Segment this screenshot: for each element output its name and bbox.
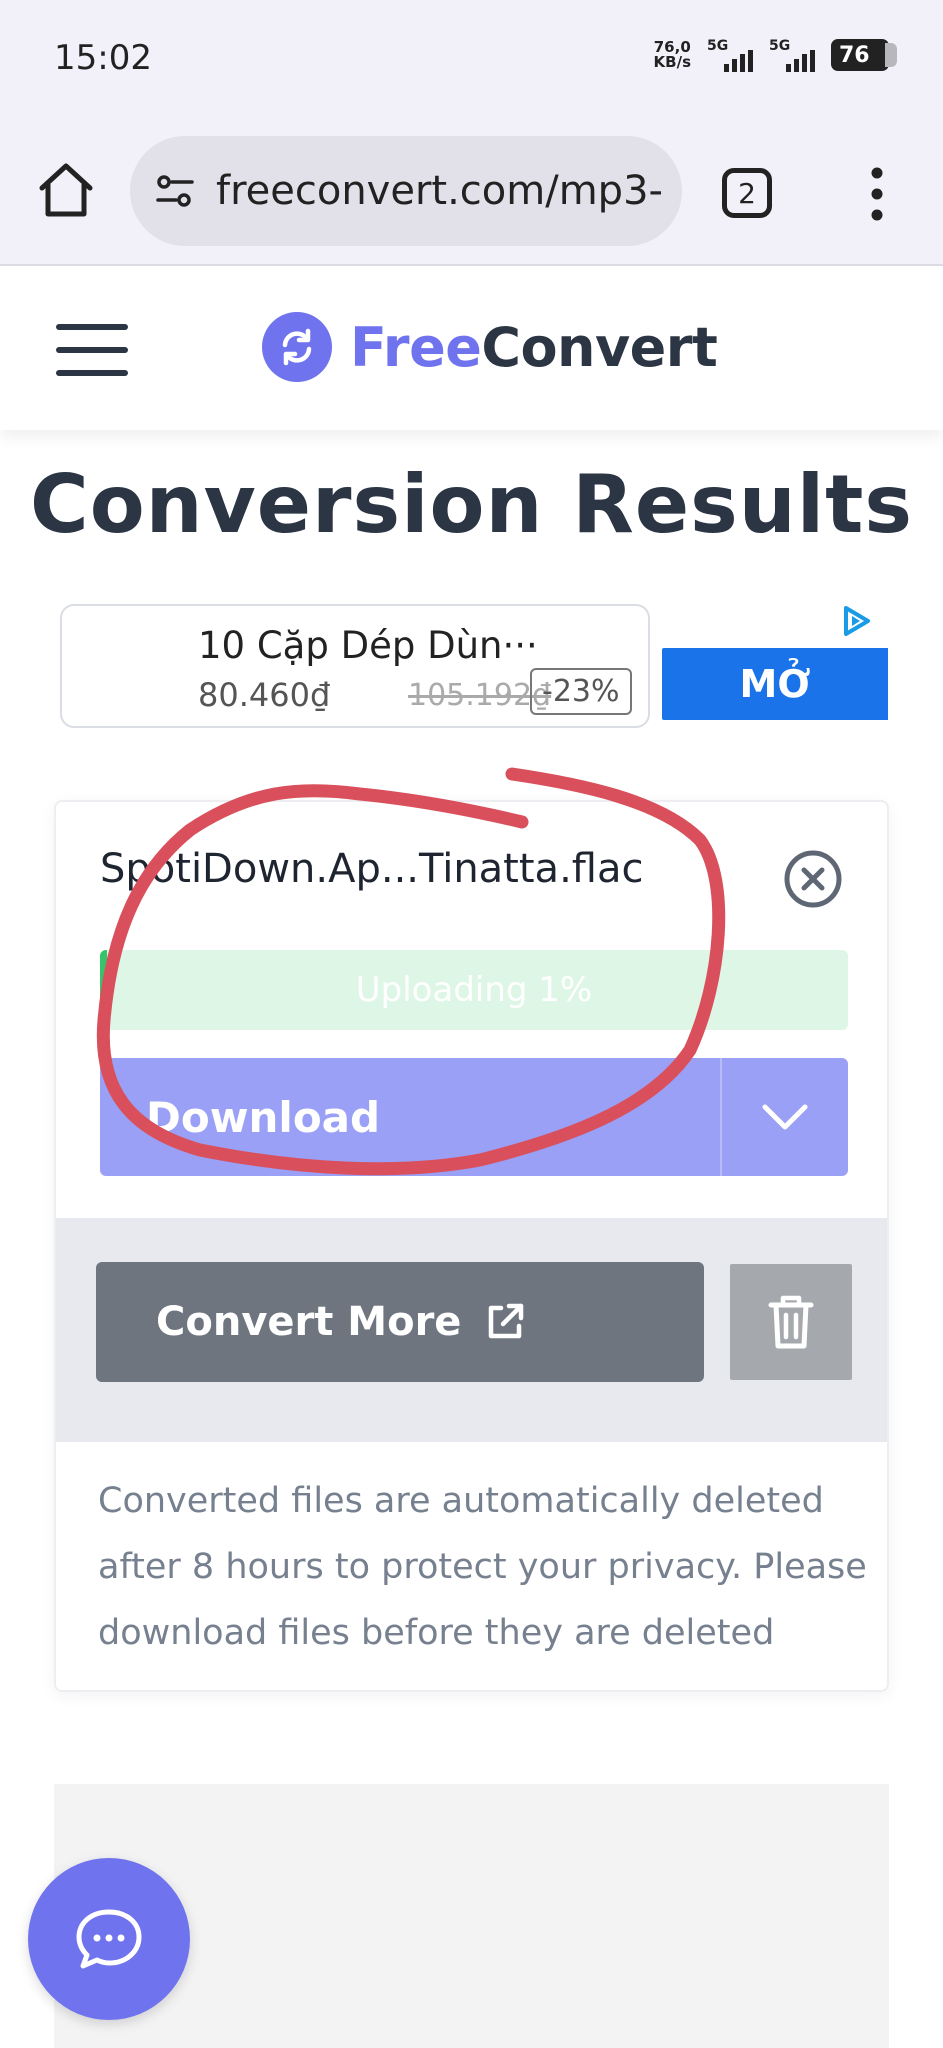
- hamburger-menu-icon[interactable]: [56, 324, 128, 376]
- close-icon[interactable]: [782, 848, 844, 910]
- convert-more-button[interactable]: Convert More: [96, 1262, 704, 1382]
- more-options-icon[interactable]: [864, 164, 890, 224]
- card-actions: Convert More: [56, 1218, 887, 1442]
- freeconvert-logo[interactable]: FreeConvert: [262, 312, 718, 382]
- chevron-down-icon: [762, 1104, 808, 1130]
- battery-icon: 76: [831, 39, 897, 71]
- status-bar: 15:02 76,0 KB/s 5G 5G 76: [0, 0, 943, 120]
- ad-price: 80.460₫: [198, 676, 331, 714]
- ad-discount-badge: -23%: [530, 668, 632, 715]
- status-time: 15:02: [54, 38, 152, 78]
- battery-level: 76: [839, 42, 870, 68]
- logo-sync-icon: [262, 312, 332, 382]
- browser-toolbar: freeconvert.com/mp3- 2: [0, 120, 943, 266]
- logo-text: FreeConvert: [350, 315, 718, 379]
- convert-more-label: Convert More: [156, 1299, 462, 1345]
- home-icon[interactable]: [36, 160, 96, 220]
- ad-product-card[interactable]: 10 Cặp Dép Dùn··· 80.460₫ 105.192₫ -23%: [60, 604, 650, 728]
- logo-convert: Convert: [481, 315, 718, 379]
- download-button[interactable]: Download: [100, 1058, 720, 1176]
- ad-title: 10 Cặp Dép Dùn···: [198, 624, 538, 667]
- signal-icon: 5G: [769, 38, 815, 72]
- ad-open-button[interactable]: MỞ: [662, 648, 888, 720]
- conversion-file-card: SpotiDown.Ap...Tinatta.flac Uploading 1%…: [54, 800, 889, 1692]
- trash-icon: [768, 1295, 814, 1349]
- site-header: FreeConvert: [0, 268, 943, 430]
- address-bar[interactable]: freeconvert.com/mp3-: [130, 136, 682, 246]
- upload-progress-bar: Uploading 1%: [100, 950, 848, 1030]
- delete-button[interactable]: [730, 1264, 852, 1380]
- download-options-toggle[interactable]: [720, 1058, 848, 1176]
- signal-icon: 5G: [707, 38, 753, 72]
- status-indicators: 76,0 KB/s 5G 5G 76: [654, 38, 897, 72]
- upload-progress-label: Uploading 1%: [355, 970, 593, 1010]
- ad-choices-icon[interactable]: [838, 604, 872, 638]
- network-speed: 76,0 KB/s: [654, 40, 691, 70]
- chat-button[interactable]: [28, 1858, 190, 2020]
- page-title: Conversion Results: [30, 458, 913, 551]
- chat-bubble-icon: [76, 1909, 142, 1969]
- tab-switcher-button[interactable]: 2: [722, 168, 772, 218]
- file-name: SpotiDown.Ap...Tinatta.flac: [100, 846, 644, 892]
- url-text: freeconvert.com/mp3-: [216, 168, 663, 214]
- privacy-note: Converted files are automatically delete…: [98, 1481, 867, 1653]
- site-settings-icon[interactable]: [152, 168, 198, 214]
- external-link-icon: [489, 1303, 524, 1339]
- tab-count: 2: [738, 176, 756, 210]
- network-speed-unit: KB/s: [653, 53, 691, 71]
- logo-free: Free: [350, 315, 482, 379]
- download-button-group: Download: [100, 1058, 848, 1176]
